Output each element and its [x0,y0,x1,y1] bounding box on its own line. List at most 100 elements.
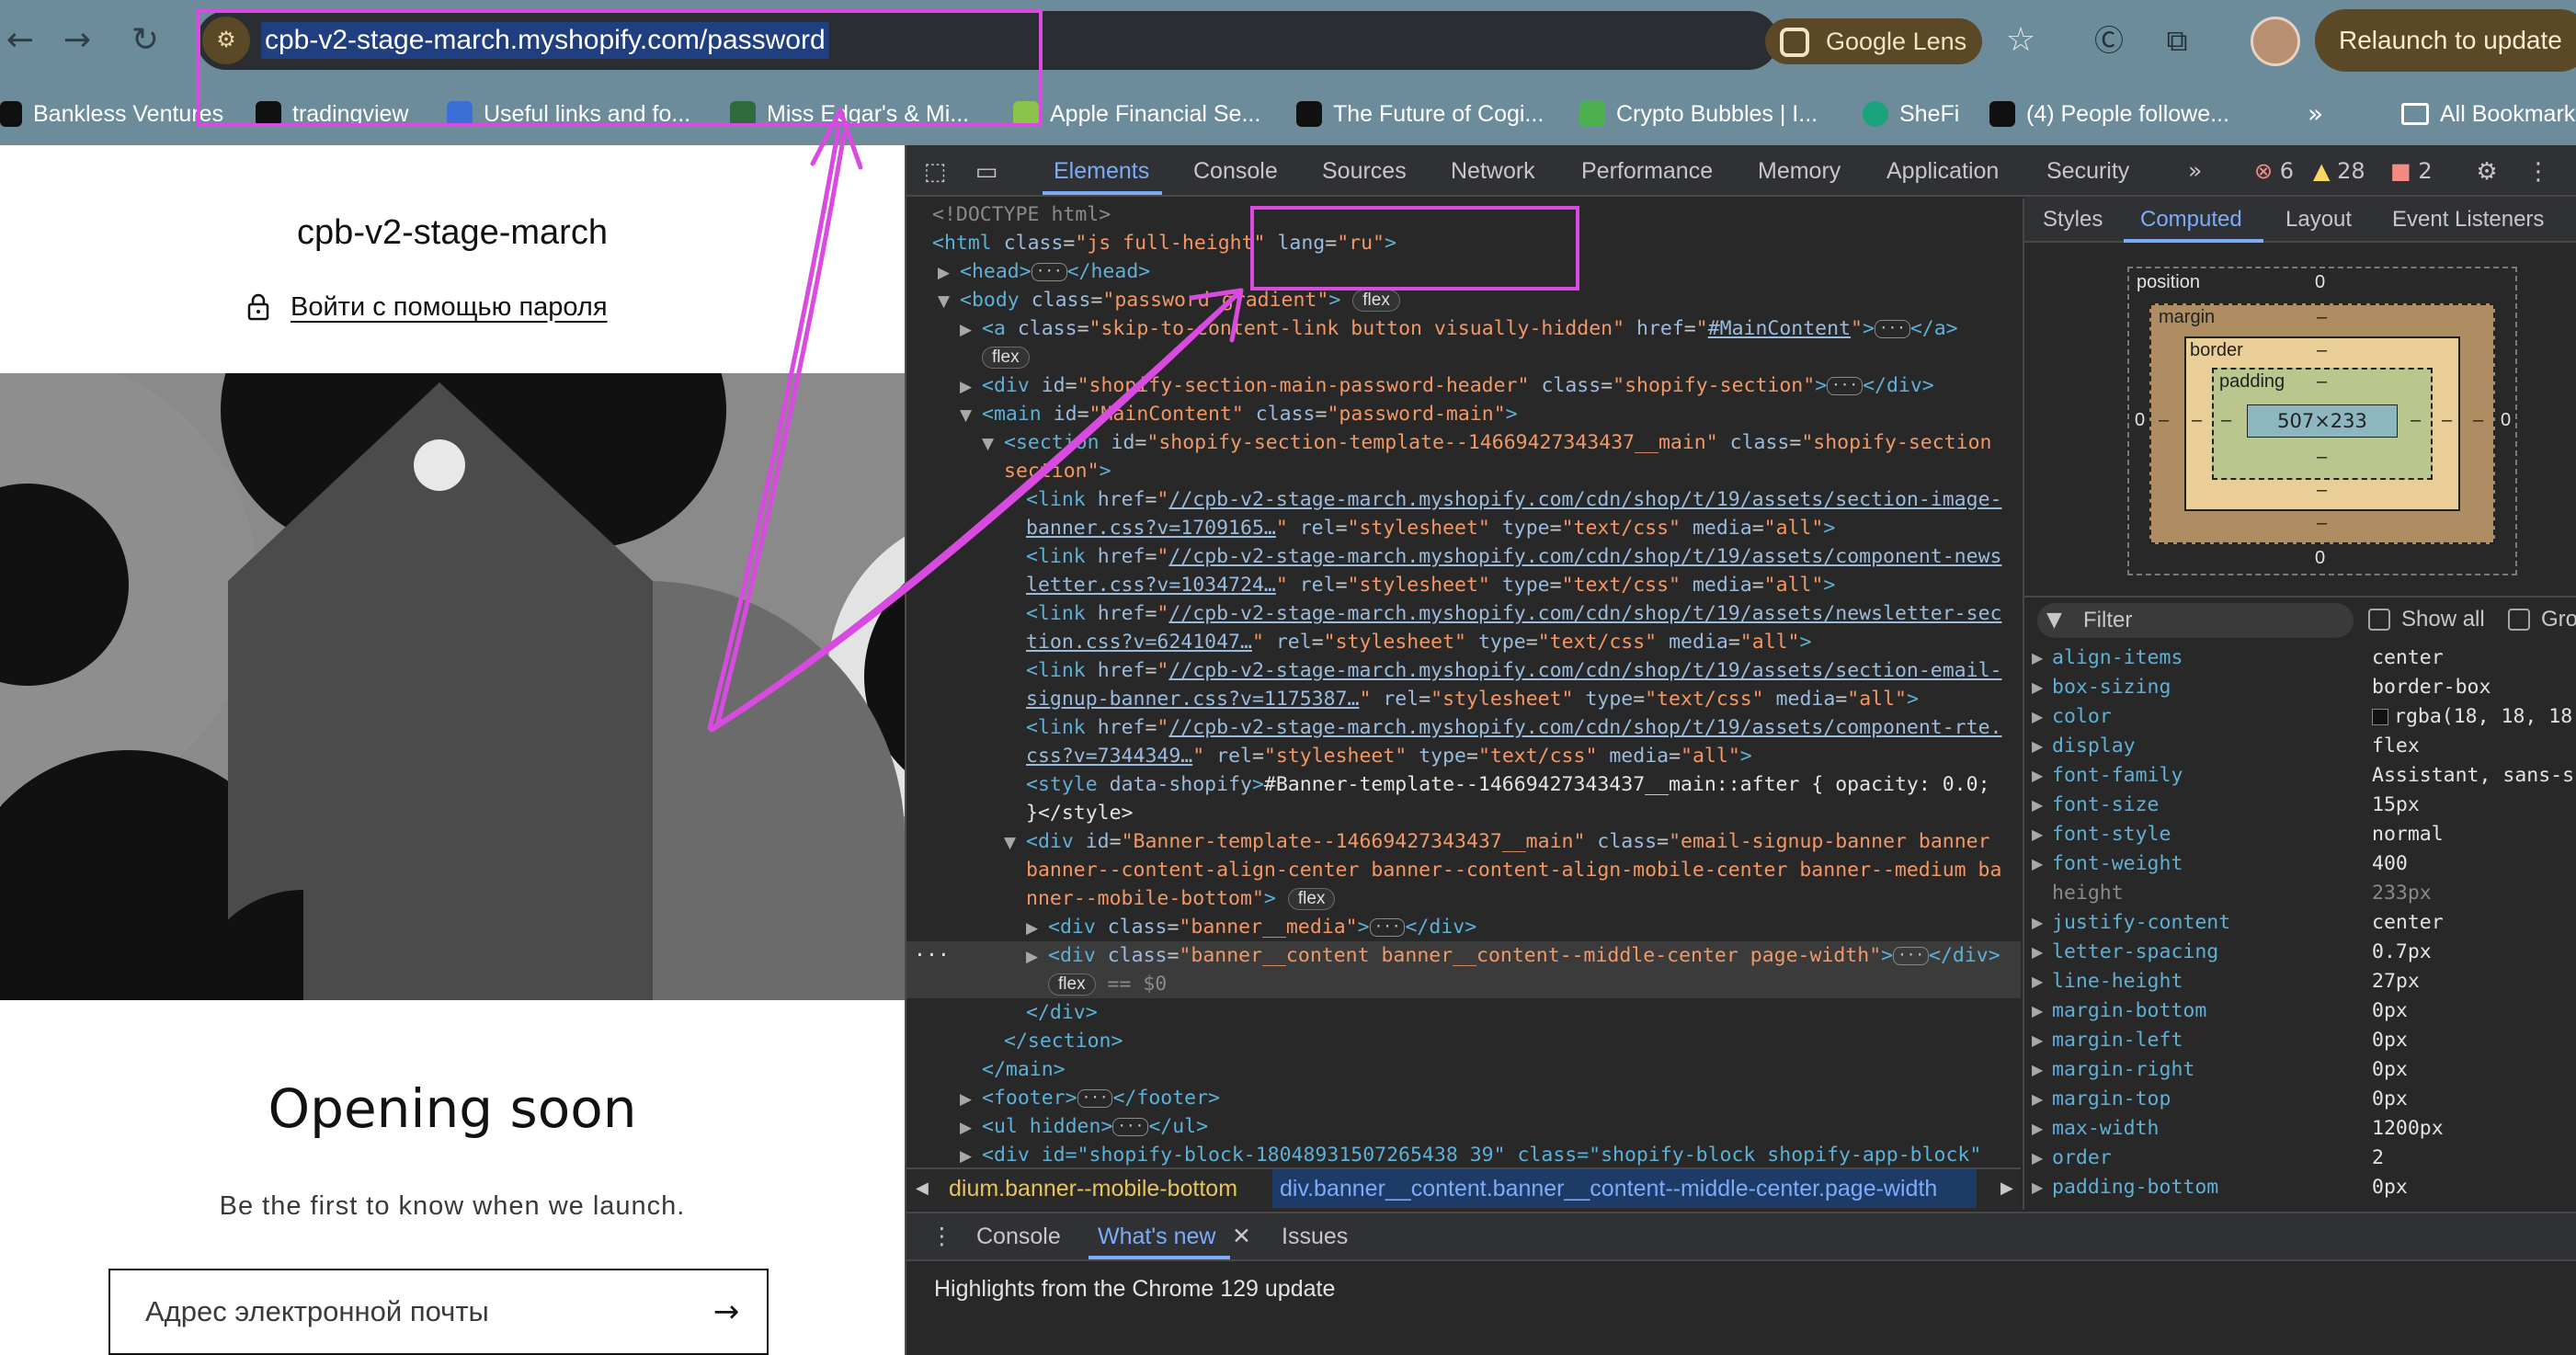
box-border-right-value[interactable]: – [2442,410,2452,431]
dom-link-node[interactable]: <link href="//cpb-v2-stage-march.myshopi… [1026,599,2001,628]
flex-badge[interactable]: flex [1287,888,1336,910]
dom-section-node[interactable]: ▼ <section id="shopify-section-template--… [982,428,1991,457]
filter-input[interactable] [2083,607,2341,634]
computed-property-row[interactable]: ▶ box-sizing border-box [2024,673,2576,702]
error-counter[interactable]: ⊗ 6 [2254,145,2294,197]
bookmark-item[interactable]: Crypto Bubbles | I... [1579,96,1818,132]
dom-link-node[interactable]: <link href="//cpb-v2-stage-march.myshopi… [1026,713,2001,742]
computed-property-row[interactable]: height 233px [2024,879,2576,908]
computed-property-row[interactable]: ▶ font-family Assistant, sans-s [2024,761,2576,791]
link-href-wrap[interactable]: banner.css?v=1709165… [1026,517,1276,540]
all-bookmarks-folder[interactable]: All Bookmarks [2401,96,2576,132]
expand-triangle-icon[interactable]: ▶ [2032,761,2043,791]
expand-triangle-icon[interactable]: ▶ [2032,849,2043,879]
box-padding-left-value[interactable]: – [2221,410,2231,431]
color-swatch-icon[interactable] [2372,709,2388,725]
expand-triangle-icon[interactable]: ▶ [2032,1055,2043,1085]
expand-triangle-icon[interactable]: ▶ [2032,732,2043,761]
dom-link-node[interactable]: <link href="//cpb-v2-stage-march.myshopi… [1026,656,2001,685]
link-href[interactable]: //cpb-v2-stage-march.myshopify.com/cdn/s… [1168,488,2001,511]
dom-skip-link-node[interactable]: ▶ <a class="skip-to-content-link button v… [960,314,1958,343]
dom-banner-content-node[interactable]: ▶ <div class="banner__content banner__con… [1026,941,2000,970]
expand-triangle-icon[interactable]: ▶ [2032,1026,2043,1055]
box-margin-left-value[interactable]: – [2159,410,2169,431]
breadcrumb-item-active[interactable]: div.banner__content.banner__content--mid… [1272,1169,1977,1208]
computed-property-row[interactable]: ▶ margin-right 0px [2024,1055,2576,1085]
back-icon[interactable]: ← [0,20,40,61]
expand-triangle-icon[interactable]: ▶ [2032,820,2043,849]
dom-style-node[interactable]: <style data-shopify>#Banner-template--14… [1026,770,1990,799]
link-href[interactable]: //cpb-v2-stage-march.myshopify.com/cdn/s… [1168,602,2001,625]
dom-head-node[interactable]: ▶ <head> ··· </head> [938,257,1150,286]
computed-property-row[interactable]: ▶ margin-bottom 0px [2024,996,2576,1026]
box-border-bottom-value[interactable]: – [2317,480,2327,501]
computed-property-row[interactable]: ▶ padding-bottom 0px [2024,1173,2576,1202]
dom-ul-node[interactable]: ▶ <ul hidden> ··· </ul> [960,1112,1208,1141]
box-position-value[interactable]: 0 [2315,272,2325,293]
dom-app-block-node[interactable]: ▶ <div id="shopify-block-1804893150726543… [960,1141,1981,1167]
expand-triangle-icon[interactable]: ▶ [2032,1085,2043,1114]
expand-triangle-icon[interactable]: ▶ [2032,938,2043,967]
link-href-wrap[interactable]: tion.css?v=6241047… [1026,631,1252,654]
tab-event-listeners[interactable]: Event Listeners [2392,197,2544,243]
computed-property-row[interactable]: ▶ color rgba(18, 18, 18 [2024,702,2576,732]
box-border-value[interactable]: – [2317,340,2327,361]
device-toolbar-icon[interactable]: ▭ [971,156,1002,188]
computed-property-row[interactable]: ▶ justify-content center [2024,908,2576,938]
tab-layout[interactable]: Layout [2285,197,2352,243]
inspect-element-icon[interactable]: ⬚ [919,156,951,188]
drawer-menu-icon[interactable]: ⋮ [930,1212,953,1261]
computed-property-row[interactable]: ▶ margin-left 0px [2024,1026,2576,1055]
box-position-left-value[interactable]: 0 [2135,410,2145,431]
expand-triangle-icon[interactable]: ▶ [2032,967,2043,996]
group-checkbox[interactable] [2508,609,2530,631]
link-href[interactable]: //cpb-v2-stage-march.myshopify.com/cdn/s… [1168,659,2001,682]
more-tabs-icon[interactable]: » [2188,145,2202,197]
link-href-wrap[interactable]: signup-banner.css?v=1175387… [1026,688,1359,711]
expand-triangle-icon[interactable]: ▶ [2032,996,2043,1026]
computed-property-row[interactable]: ▶ font-style normal [2024,820,2576,849]
password-login-link[interactable]: Войти с помощью пароля [246,287,608,327]
bookmark-star-icon[interactable]: ☆ [1997,17,2045,64]
reload-icon[interactable]: ↻ [125,20,165,61]
box-border-left-value[interactable]: – [2192,410,2202,431]
box-padding-bottom-value[interactable]: – [2317,447,2327,468]
expand-triangle-icon[interactable]: ▶ [2032,908,2043,938]
tab-sources[interactable]: Sources [1322,145,1407,197]
box-content-size[interactable]: 507×233 [2247,404,2398,438]
skip-link-href[interactable]: #MainContent [1708,317,1851,340]
tab-memory[interactable]: Memory [1758,145,1841,197]
expand-triangle-icon[interactable]: ▶ [2032,791,2043,820]
breadcrumb-scroll-left-icon[interactable]: ◀ [916,1173,938,1204]
dom-node-ellipsis-icon[interactable]: ··· [914,941,950,970]
more-bookmarks-icon[interactable]: » [2308,96,2323,132]
computed-property-row[interactable]: ▶ display flex [2024,732,2576,761]
bookmark-item[interactable]: (4) People followe... [1989,96,2229,132]
flex-badge[interactable]: flex [982,347,1030,369]
whats-new-headline[interactable]: Highlights from the Chrome 129 update [934,1270,1335,1307]
box-position-right-value[interactable]: 0 [2501,410,2511,431]
box-margin-bottom-value[interactable]: – [2317,513,2327,534]
drawer-tab-whats-new[interactable]: What's new [1098,1212,1215,1261]
tab-performance[interactable]: Performance [1581,145,1713,197]
computed-property-row[interactable]: ▶ line-height 27px [2024,967,2576,996]
drawer-tab-issues[interactable]: Issues [1282,1212,1348,1261]
profile-avatar[interactable] [2251,17,2300,66]
tab-console[interactable]: Console [1193,145,1278,197]
link-href[interactable]: //cpb-v2-stage-march.myshopify.com/cdn/s… [1168,716,2001,739]
warning-counter[interactable]: ▲ 28 [2313,145,2365,197]
expand-triangle-icon[interactable]: ▶ [2032,673,2043,702]
email-input[interactable] [145,1291,660,1333]
computed-property-row[interactable]: ▶ max-width 1200px [2024,1114,2576,1144]
expand-triangle-icon[interactable]: ▶ [2032,1144,2043,1173]
expand-triangle-icon[interactable]: ▶ [2032,643,2043,673]
link-href-wrap[interactable]: letter.css?v=1034724… [1026,574,1276,597]
bookmark-item[interactable]: The Future of Cogi... [1296,96,1544,132]
breadcrumb-item[interactable]: dium.banner--mobile-bottom [949,1169,1237,1208]
dom-main-node[interactable]: ▼ <main id="MainContent" class="password-… [960,400,1518,428]
expand-triangle-icon[interactable]: ▶ [2032,1173,2043,1202]
expand-triangle-icon[interactable]: ▶ [2032,1114,2043,1144]
flex-badge[interactable]: flex [1352,290,1400,312]
close-icon[interactable]: ✕ [1232,1212,1251,1261]
extension-c-icon[interactable]: Ⓒ [2089,20,2129,61]
